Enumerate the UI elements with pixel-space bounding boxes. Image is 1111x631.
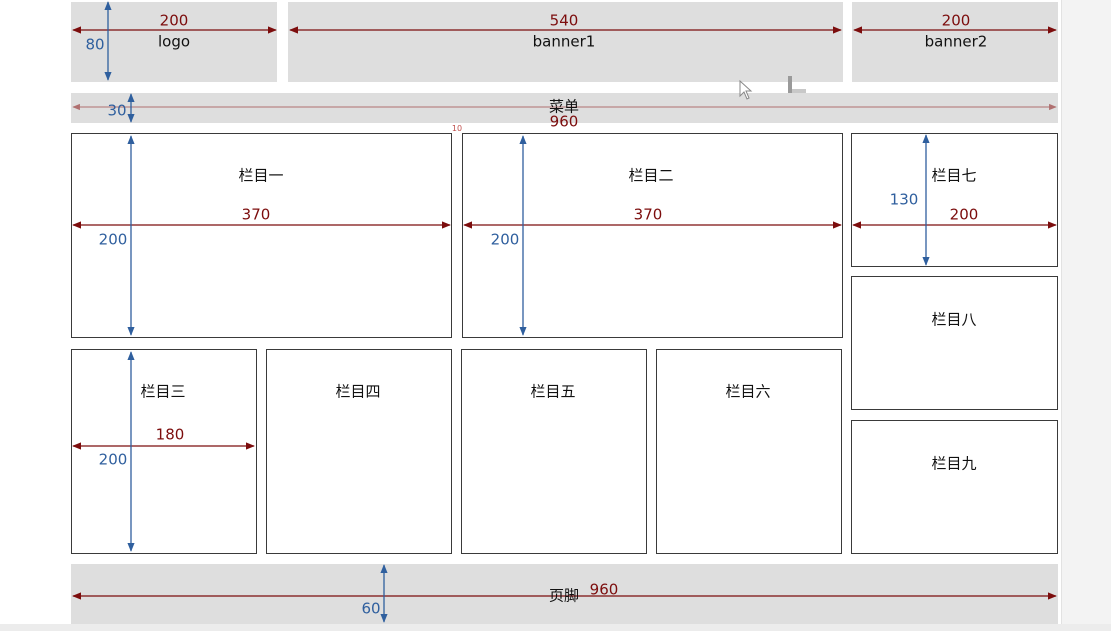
column-7-height-label: 130	[889, 190, 919, 209]
column-1-width-label: 370	[241, 205, 271, 224]
banner2-label: banner2	[924, 32, 988, 51]
menu-width-label: 960	[549, 112, 579, 131]
logo-width-label: 200	[159, 11, 189, 30]
column-5-label: 栏目五	[530, 382, 576, 401]
column-7-width-label: 200	[949, 205, 979, 224]
text-cursor-shadow	[792, 89, 806, 93]
column-4-label: 栏目四	[335, 382, 381, 401]
column-9-label: 栏目九	[931, 454, 977, 473]
footer-label: 页脚	[548, 586, 580, 605]
column-2-label: 栏目二	[628, 166, 674, 185]
column-3-label: 栏目三	[140, 382, 186, 401]
gap-label: 10	[451, 124, 463, 133]
banner1-label: banner1	[532, 32, 596, 51]
column-2-height-label: 200	[490, 230, 520, 249]
menu-height-label: 30	[107, 101, 127, 120]
banner2-width-label: 200	[941, 11, 971, 30]
column-2-width-label: 370	[633, 205, 663, 224]
column-3-width-label: 180	[155, 425, 185, 444]
footer-width-label: 960	[589, 580, 619, 599]
mouse-cursor-icon	[739, 79, 753, 100]
column-3-height-label: 200	[98, 450, 128, 469]
column-6-label: 栏目六	[725, 382, 771, 401]
column-1-label: 栏目一	[238, 166, 284, 185]
column-7-label: 栏目七	[931, 166, 977, 185]
footer-height-label: 60	[361, 599, 381, 618]
column-8-label: 栏目八	[931, 310, 977, 329]
column-1-height-label: 200	[98, 230, 128, 249]
logo-label: logo	[157, 32, 191, 51]
logo-height-label: 80	[85, 35, 105, 54]
banner1-width-label: 540	[549, 11, 579, 30]
